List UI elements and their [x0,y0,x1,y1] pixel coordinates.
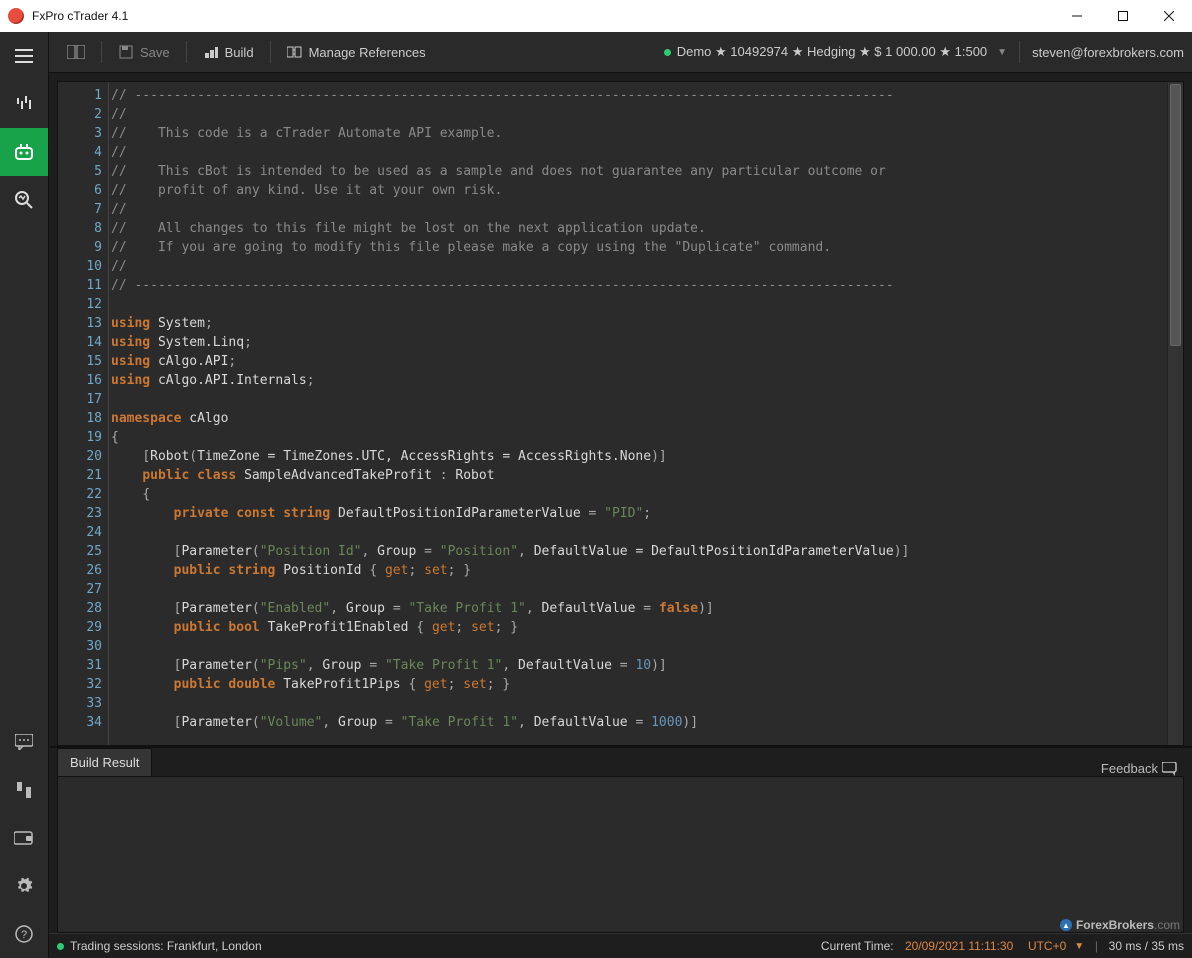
current-time-label: Current Time: [821,939,894,953]
chevron-down-icon[interactable]: ▼ [997,47,1007,58]
status-bar: Trading sessions: Frankfurt, London Curr… [49,933,1192,958]
main-area: Save Build Manage References Demo ★ 1049… [49,32,1192,958]
automate-icon[interactable] [0,128,48,176]
vertical-scrollbar[interactable] [1167,82,1183,745]
wallet-icon[interactable] [0,814,48,862]
menu-button[interactable] [0,32,48,80]
line-gutter: 1 2 3 4 5 6 7 8 9 10 11 12 13 14 15 16 1… [58,82,109,745]
code-editor[interactable]: 1 2 3 4 5 6 7 8 9 10 11 12 13 14 15 16 1… [57,81,1184,746]
build-button[interactable]: Build [193,40,264,64]
account-email[interactable]: steven@forexbrokers.com [1032,45,1184,60]
manage-refs-label: Manage References [309,45,426,60]
toolbar: Save Build Manage References Demo ★ 1049… [49,32,1192,73]
chart-icon[interactable] [0,80,48,128]
titlebar: FxPro cTrader 4.1 [0,0,1192,32]
build-label: Build [225,45,254,60]
panel-tabs: Build Result Feedback [57,748,1184,776]
tool-icon[interactable] [0,766,48,814]
chevron-down-icon[interactable]: ▼ [1074,941,1084,952]
close-button[interactable] [1146,0,1192,32]
status-indicator [57,943,64,950]
svg-text:?: ? [21,929,27,941]
latency: 30 ms / 35 ms [1109,939,1184,953]
connection-indicator [664,49,671,56]
scroll-thumb[interactable] [1170,84,1181,346]
save-button[interactable]: Save [108,40,180,64]
minimize-button[interactable] [1054,0,1100,32]
build-output [57,776,1184,933]
current-time-value: 20/09/2021 11:11:30 [905,939,1013,953]
help-icon[interactable]: ? [0,910,48,958]
left-sidebar: ? [0,32,49,958]
timezone[interactable]: UTC+0 [1028,939,1066,953]
save-icon [118,44,134,60]
refs-icon [287,44,303,60]
code-content[interactable]: // -------------------------------------… [109,82,1167,745]
trading-sessions: Trading sessions: Frankfurt, London [70,939,262,953]
account-summary[interactable]: Demo ★ 10492974 ★ Hedging ★ $ 1 000.00 ★… [677,44,987,60]
manage-references-button[interactable]: Manage References [277,40,436,64]
build-icon [203,44,219,60]
feedback-button[interactable]: Feedback [1101,761,1184,776]
tab-build-result[interactable]: Build Result [57,748,152,776]
window-title: FxPro cTrader 4.1 [32,9,128,23]
settings-icon[interactable] [0,862,48,910]
panels-button[interactable] [57,41,95,63]
feedback-icon [1162,762,1178,776]
editor-area: 1 2 3 4 5 6 7 8 9 10 11 12 13 14 15 16 1… [49,73,1192,748]
maximize-button[interactable] [1100,0,1146,32]
app-icon [8,8,24,24]
feedback-label: Feedback [1101,761,1158,776]
bottom-panel: Build Result Feedback [49,748,1192,933]
analyze-icon[interactable] [0,176,48,224]
save-label: Save [140,45,170,60]
chat-icon[interactable] [0,718,48,766]
